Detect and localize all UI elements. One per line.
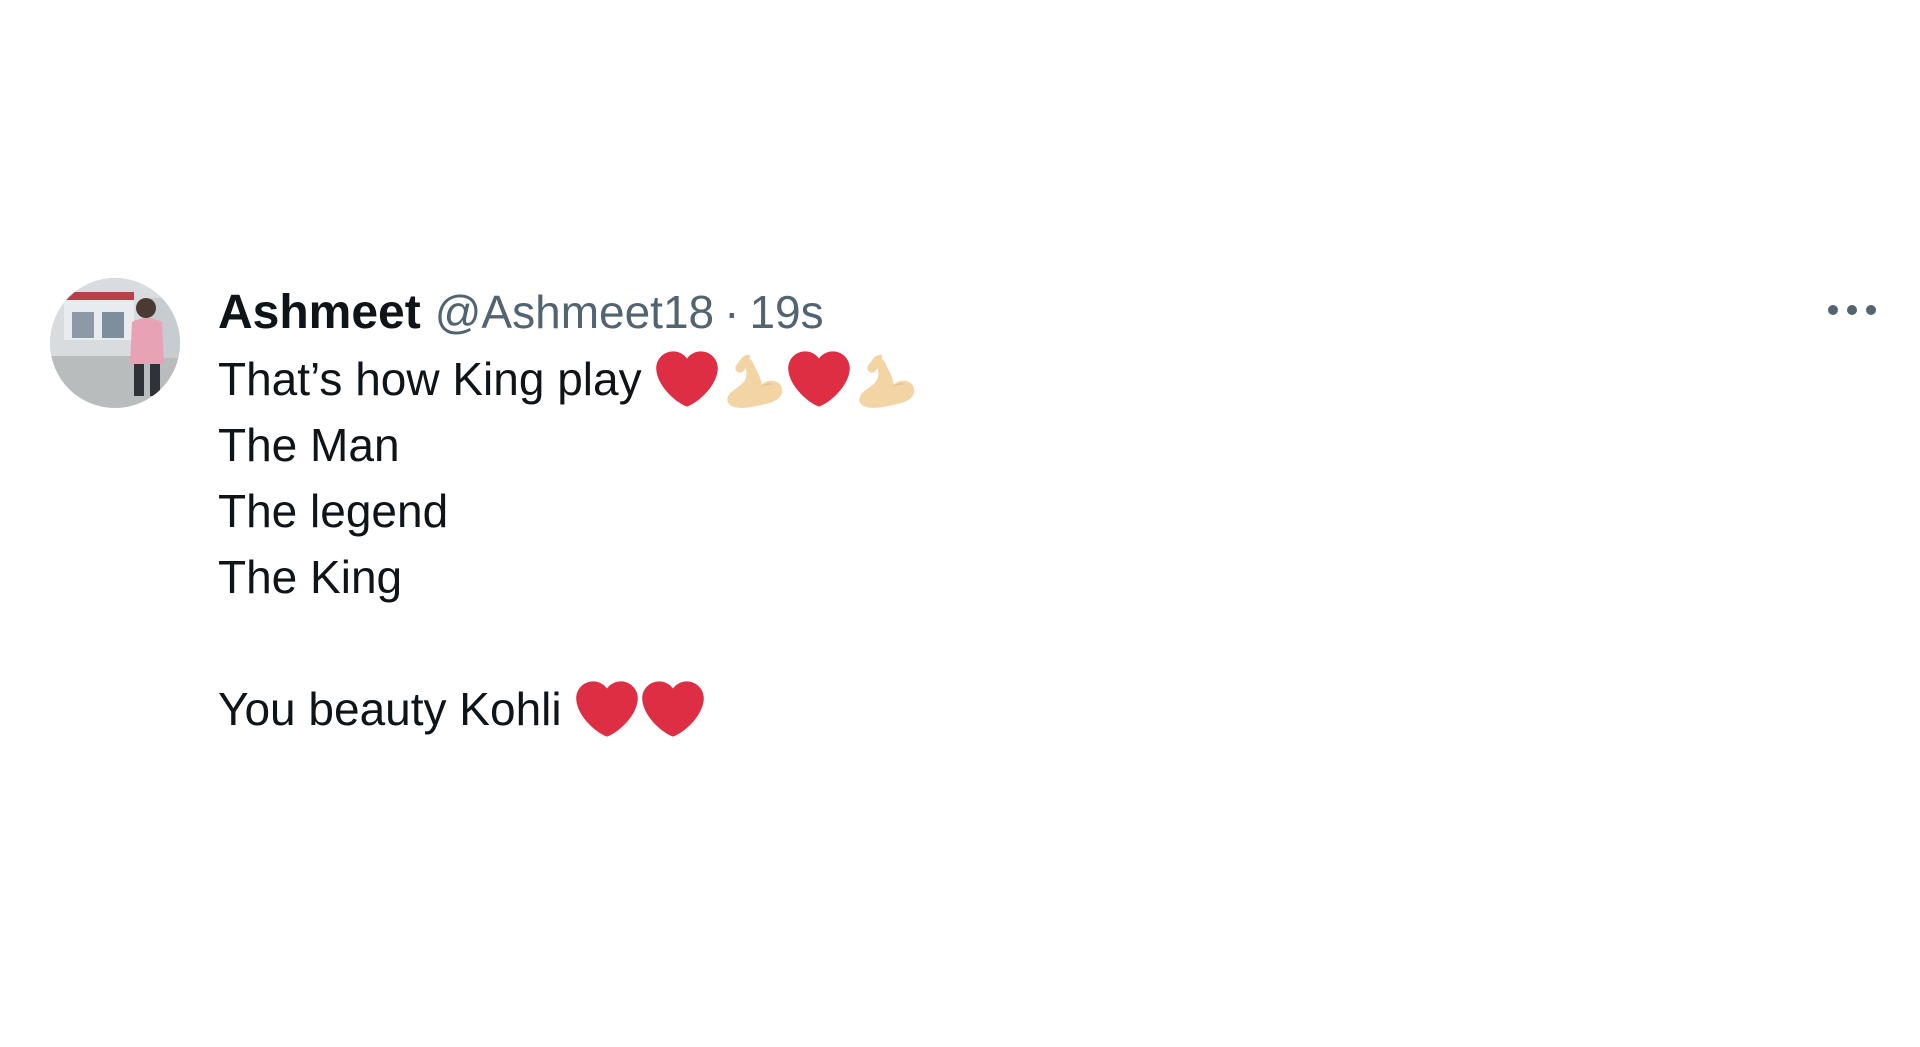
red-heart-icon xyxy=(787,348,850,410)
tweet-line-text: You beauty Kohli xyxy=(218,683,562,735)
timestamp[interactable]: 19s xyxy=(749,280,823,344)
more-dot xyxy=(1866,305,1876,315)
display-name[interactable]: Ashmeet xyxy=(218,281,421,345)
tweet-text: That’s how King play The Man The legend … xyxy=(218,346,1718,742)
tweet-header: Ashmeet @Ashmeet18 · 19s xyxy=(218,280,1718,344)
more-dot xyxy=(1847,305,1857,315)
emoji-group xyxy=(655,348,920,410)
tweet-content: Ashmeet @Ashmeet18 · 19s That’s how King… xyxy=(218,280,1718,742)
flexed-biceps-icon xyxy=(722,348,784,410)
flexed-biceps-icon xyxy=(854,348,916,410)
tweet-line: The King xyxy=(218,544,1718,610)
tweet-line: You beauty Kohli xyxy=(218,676,1718,742)
red-heart-icon xyxy=(655,348,718,410)
more-options-button[interactable] xyxy=(1824,290,1880,330)
tweet-line-text: The Man xyxy=(218,419,400,471)
tweet-line: The Man xyxy=(218,412,1718,478)
user-handle[interactable]: @Ashmeet18 xyxy=(435,280,714,344)
tweet-line-text: That’s how King play xyxy=(218,353,642,405)
separator: · xyxy=(724,286,740,338)
emoji-group xyxy=(575,678,708,740)
red-heart-icon xyxy=(641,678,704,740)
avatar-photo xyxy=(50,278,180,408)
tweet: Ashmeet @Ashmeet18 · 19s That’s how King… xyxy=(0,0,1920,1047)
tweet-line-text: The King xyxy=(218,551,403,603)
more-dot xyxy=(1828,305,1838,315)
tweet-line-text: The legend xyxy=(218,485,449,537)
red-heart-icon xyxy=(575,678,638,740)
tweet-line: The legend xyxy=(218,478,1718,544)
tweet-line: That’s how King play xyxy=(218,346,1718,412)
avatar[interactable] xyxy=(50,278,180,408)
